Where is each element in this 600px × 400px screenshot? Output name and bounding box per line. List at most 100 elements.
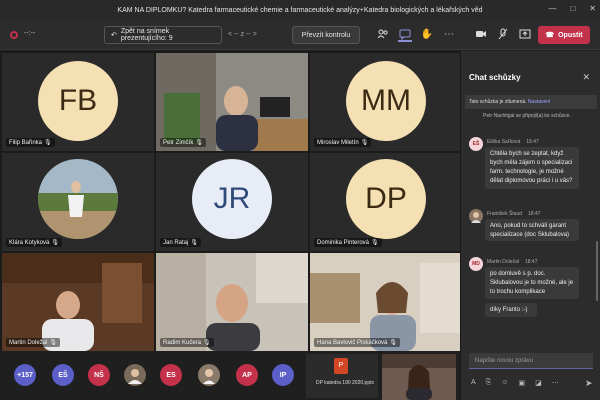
mic-off-icon: 🎙 — [195, 140, 203, 146]
title-bar: KAM NA DIPLOMKU? Katedra farmaceutické c… — [0, 0, 600, 20]
muted-banner: Tato schůzka je ztlumená. Nastavení — [465, 95, 597, 109]
chat-scrollbar[interactable] — [596, 241, 598, 301]
take-control-label: Převzít kontrolu — [301, 31, 351, 39]
participant-photo — [38, 159, 118, 239]
back-to-presenter-button[interactable]: ↶ Zpět na snímek prezentujícího: 9 — [104, 26, 222, 44]
participant-photo-chip[interactable] — [198, 364, 220, 386]
leave-button[interactable]: ☎ Opustit — [538, 26, 590, 44]
participant-tile[interactable]: Hana Bavlovič Piskáčková 🎙 — [310, 253, 462, 351]
participant-chip[interactable]: IP — [272, 364, 294, 386]
message-text: díky Franto :-) — [485, 303, 537, 317]
muted-banner-text: Tato schůzka je ztlumená. — [469, 99, 527, 105]
back-to-presenter-label: Zpět na snímek prezentujícího: 9 — [120, 28, 173, 42]
message-header: Eliška Saťková 18:47 — [487, 139, 539, 145]
system-message: Petr Nachtigal se připojil(a) ke schůzce… — [483, 113, 571, 119]
author-name: Eliška Saťková — [487, 139, 521, 145]
format-icon[interactable]: A — [471, 379, 476, 387]
participant-name: Miroslav Miletín 🎙 — [314, 138, 372, 147]
window-controls: — □ ✕ — [548, 4, 596, 13]
message-text: po domluvě s p. doc. Sklubalovou je to m… — [485, 267, 579, 299]
message-header: František Štaud 18:47 — [487, 211, 541, 217]
phone-icon: ☎ — [545, 32, 555, 39]
participant-photo-chip[interactable] — [124, 364, 146, 386]
chat-title: Chat schůzky — [469, 73, 521, 82]
meeting-chat-panel: Chat schůzky ✕ Tato schůzka je ztlumená.… — [460, 51, 600, 400]
close-chat-button[interactable]: ✕ — [582, 72, 590, 83]
participant-avatar: DP — [346, 159, 426, 239]
participant-avatar: JR — [192, 159, 272, 239]
participant-tile[interactable]: MM Miroslav Miletín 🎙 — [310, 53, 462, 151]
message-header: Martin Doležal 18:47 — [487, 259, 537, 265]
participant-name: Martin Doležal 🎙 — [6, 338, 60, 347]
participant-name: Filip Bařinka 🎙 — [6, 138, 55, 147]
mic-off-icon: 🎙 — [203, 340, 211, 346]
chat-icon[interactable] — [398, 28, 412, 42]
powerpoint-icon: P — [334, 358, 348, 374]
message-time: 18:47 — [528, 211, 541, 217]
slide-navigation[interactable]: < -- z -- > — [228, 31, 257, 38]
participant-avatar: FB — [38, 61, 118, 141]
participant-strip: +157 EŠ NŠ ES AP IP P DP katedra 190 202… — [0, 352, 460, 400]
back-arrow-icon: ↶ — [111, 32, 117, 39]
participant-tile[interactable]: DP Dominika Pinterová 🎙 — [310, 153, 462, 251]
participant-video — [2, 253, 154, 351]
participant-chip[interactable]: AP — [236, 364, 258, 386]
participant-chip[interactable]: NŠ — [88, 364, 110, 386]
raise-hand-icon[interactable]: ✋ — [420, 28, 434, 42]
gif-icon[interactable]: ▣ — [518, 379, 525, 387]
attach-icon[interactable]: ⎘ — [486, 379, 492, 387]
teams-window: KAM NA DIPLOMKU? Katedra farmaceutické c… — [0, 0, 600, 400]
recording-icon — [10, 31, 18, 39]
more-options-icon[interactable]: ⋯ — [552, 379, 559, 387]
message-text: Ano, pokud to schválí garant specializac… — [485, 219, 579, 241]
sticker-icon[interactable]: ◪ — [535, 379, 542, 387]
more-icon[interactable]: ⋯ — [442, 28, 456, 42]
author-avatar: EŠ — [469, 137, 483, 151]
author-name: Martin Doležal — [487, 259, 519, 265]
settings-link[interactable]: Nastavení — [528, 99, 551, 105]
minimize-button[interactable]: — — [548, 4, 556, 13]
shared-file[interactable]: P DP katedra 190 2020.pptx — [306, 354, 378, 398]
participant-tile[interactable]: FB Filip Bařinka 🎙 — [2, 53, 154, 151]
meeting-timer: --:-- — [24, 30, 36, 37]
compose-input[interactable]: Napište novou zprávu — [469, 353, 593, 369]
close-window-button[interactable]: ✕ — [589, 4, 596, 13]
participant-tile[interactable]: JR Jan Rataj 🎙 — [156, 153, 308, 251]
participant-name: Klára Kotyková 🎙 — [6, 238, 62, 247]
mic-off-icon: 🎙 — [371, 240, 379, 246]
send-icon[interactable]: ➤ — [585, 378, 593, 389]
window-title: KAM NA DIPLOMKU? Katedra farmaceutické c… — [117, 6, 483, 14]
share-screen-icon[interactable] — [518, 28, 532, 42]
message-time: 18:47 — [524, 259, 538, 265]
message-time: 18:47 — [526, 139, 539, 145]
participant-tile[interactable]: Radim Kučera 🎙 — [156, 253, 308, 351]
camera-icon[interactable] — [474, 28, 488, 42]
participant-tile[interactable]: Klára Kotyková 🎙 — [2, 153, 154, 251]
maximize-button[interactable]: □ — [570, 4, 575, 13]
participant-name: Radim Kučera 🎙 — [160, 338, 214, 347]
shared-file-name: DP katedra 190 2020.pptx — [315, 380, 374, 386]
participant-name: Hana Bavlovič Piskáčková 🎙 — [314, 338, 400, 347]
participant-name: Petr Zimčík 🎙 — [160, 138, 206, 147]
participant-video — [310, 253, 462, 351]
meeting-toolbar: --:-- ↶ Zpět na snímek prezentujícího: 9… — [0, 20, 600, 50]
participant-tile[interactable]: Martin Doležal 🎙 — [2, 253, 154, 351]
mic-off-icon: 🎙 — [44, 140, 52, 146]
self-view-video[interactable] — [382, 354, 456, 400]
author-avatar: MD — [469, 257, 483, 271]
mic-off-icon: 🎙 — [51, 240, 59, 246]
mic-off-icon: 🎙 — [360, 140, 369, 146]
participant-chip[interactable]: ES — [160, 364, 182, 386]
take-control-button[interactable]: Převzít kontrolu — [292, 26, 360, 44]
overflow-participants-button[interactable]: +157 — [14, 364, 36, 386]
emoji-icon[interactable]: ☺ — [501, 379, 508, 387]
leave-label: Opustit — [558, 31, 583, 39]
participant-tile[interactable]: Petr Zimčík 🎙 — [156, 53, 308, 151]
mic-off-icon[interactable] — [496, 28, 510, 42]
author-photo — [469, 209, 483, 223]
participant-video — [156, 53, 308, 151]
participant-chip[interactable]: EŠ — [52, 364, 74, 386]
people-icon[interactable] — [376, 28, 390, 42]
participant-name: Jan Rataj 🎙 — [160, 238, 201, 247]
message-text: Chtěla bych se zeptat, když bych měla zá… — [485, 147, 579, 189]
